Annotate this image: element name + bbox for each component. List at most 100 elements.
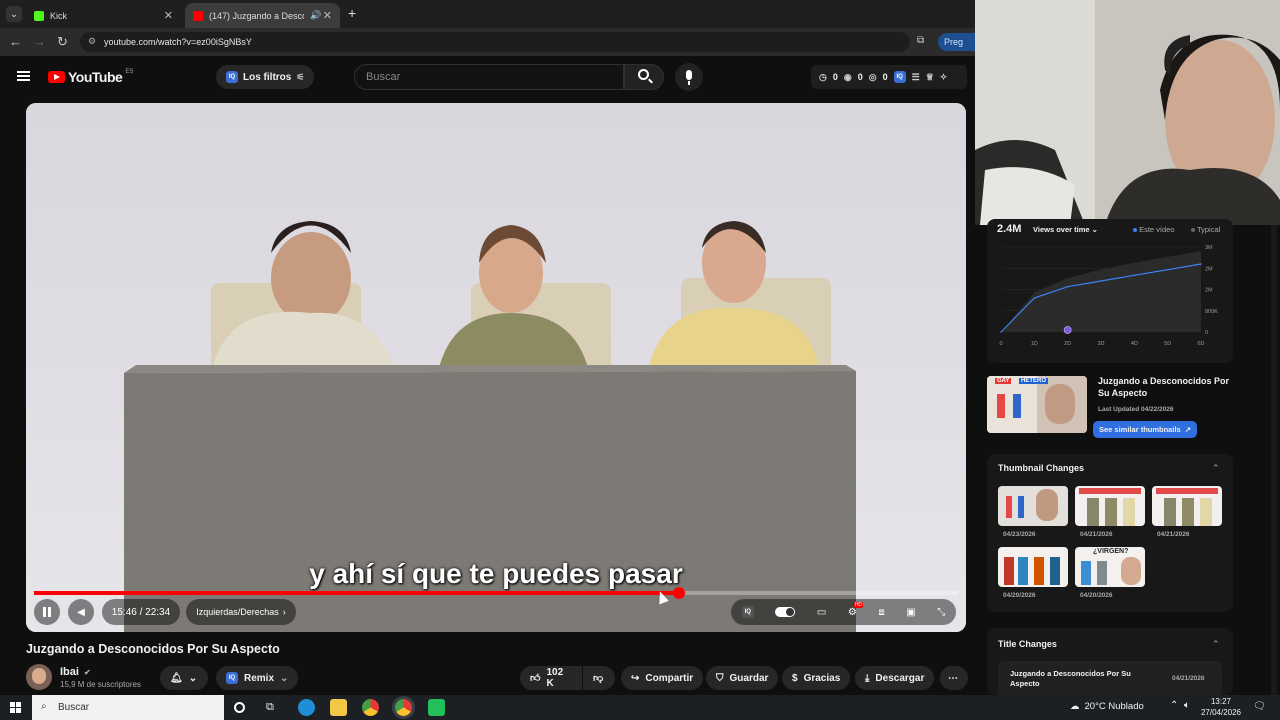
- clock-date: 27/04/2026: [1200, 708, 1242, 717]
- chapter-text: Izquierdas/Derechas: [196, 607, 279, 617]
- forward-icon[interactable]: →: [33, 34, 46, 49]
- reload-icon[interactable]: ↻: [57, 34, 68, 50]
- thumbs-up-icon: 👍︎: [530, 673, 541, 684]
- miniplayer-icon[interactable]: ⧈: [878, 607, 884, 618]
- cast-icon[interactable]: ⧉: [917, 35, 924, 46]
- thumbnail-change-2[interactable]: [1075, 486, 1145, 526]
- like-button[interactable]: 👍︎ 102 K: [520, 666, 582, 690]
- thumbnail-change-3[interactable]: [1152, 486, 1222, 526]
- thumb-label-hetero: HETERO: [1019, 378, 1049, 384]
- streaming-app-icon[interactable]: [428, 699, 445, 716]
- last-updated: Last Updated 04/22/2026: [1098, 406, 1174, 413]
- webcam-frame: [975, 0, 1280, 225]
- data-point: [1000, 331, 1002, 333]
- progress-bar[interactable]: [34, 587, 958, 599]
- current-thumbnail[interactable]: GAY HETERO: [987, 376, 1087, 433]
- eye-off-icon: ◎: [868, 71, 877, 82]
- iq-icon[interactable]: IQ: [741, 606, 754, 618]
- collapse-icon[interactable]: ⌃: [1212, 463, 1220, 474]
- iq-icon: IQ: [226, 672, 238, 684]
- captions-icon[interactable]: ▭: [817, 607, 826, 618]
- chrome-icon[interactable]: [362, 699, 379, 716]
- youtube-logo[interactable]: YouTube ES: [48, 69, 133, 85]
- video-frame: [26, 103, 966, 632]
- volume-button[interactable]: ◀︎: [68, 599, 94, 625]
- profile-label: Preg: [944, 37, 964, 47]
- tab-youtube[interactable]: (147) Juzgando a Desconoci 🔊 ✕: [185, 3, 340, 28]
- dislike-button[interactable]: 👎︎: [583, 666, 615, 690]
- chrome-active-icon[interactable]: [392, 696, 415, 719]
- settings-icon[interactable]: ⚙ HD: [848, 601, 864, 618]
- speaker-tray-icon[interactable]: 🔈︎: [1184, 700, 1190, 711]
- remix-button[interactable]: IQ Remix ⌄: [216, 666, 299, 690]
- close-icon[interactable]: ✕: [164, 9, 173, 22]
- time-text: 15:46 / 22:34: [111, 606, 171, 618]
- file-explorer-icon[interactable]: [330, 699, 347, 716]
- event-marker[interactable]: [1063, 326, 1072, 334]
- logo-text: YouTube: [68, 69, 123, 85]
- trophy-icon[interactable]: ♕: [926, 72, 934, 83]
- speaker-icon[interactable]: 🔊: [310, 10, 321, 21]
- search-input[interactable]: Buscar: [354, 64, 624, 90]
- title-changes-card: Title Changes ⌃ Juzgando a Desconocidos …: [987, 628, 1233, 695]
- similar-thumbnails-label: See similar thumbnails: [1099, 425, 1181, 434]
- virgen-label: ¿VIRGEN?: [1093, 548, 1129, 555]
- similar-thumbnails-button[interactable]: See similar thumbnails ↗: [1093, 421, 1197, 438]
- fullscreen-icon[interactable]: ⤡: [937, 607, 945, 618]
- theater-icon[interactable]: ▣: [906, 607, 915, 618]
- thumbnail-date: 04/20/2026: [1003, 592, 1036, 599]
- list-icon[interactable]: ☰: [912, 72, 920, 83]
- iq-icon: IQ: [226, 71, 238, 83]
- sparkle-icon[interactable]: ✧: [940, 72, 948, 83]
- panel-scrollbar[interactable]: [1271, 225, 1277, 695]
- task-view-icon[interactable]: ⧉: [266, 701, 274, 714]
- video-player[interactable]: y ahí sí que te puedes pasar ◀︎ 15:46 / …: [26, 103, 966, 632]
- region-code: ES: [125, 69, 134, 75]
- filters-button[interactable]: IQ Los filtros ⚟: [216, 65, 315, 89]
- new-tab-button[interactable]: +: [348, 5, 356, 21]
- cortana-icon[interactable]: [234, 702, 245, 713]
- menu-icon[interactable]: [17, 71, 30, 81]
- tab-list-dropdown[interactable]: ⌄: [6, 6, 22, 22]
- tab-kick[interactable]: Kick ✕: [26, 3, 181, 28]
- tray-chevron-icon[interactable]: ⌃: [1170, 700, 1178, 711]
- x-tick-label: 6D: [1197, 341, 1204, 347]
- extension-toolbar: ◷ 0 ◉ 0 ◎ 0 IQ ☰ ♕ ✧: [811, 65, 967, 89]
- autoplay-toggle[interactable]: [775, 607, 796, 617]
- thanks-button[interactable]: $ Gracias: [782, 666, 851, 690]
- microphone-button[interactable]: [675, 63, 703, 91]
- address-field[interactable]: ⚙ youtube.com/watch?v=ez00iSgNBsY: [80, 32, 910, 52]
- chapter-button[interactable]: Izquierdas/Derechas ›: [186, 599, 296, 625]
- close-icon[interactable]: ✕: [323, 9, 332, 22]
- save-button[interactable]: ⛉ Guardar: [706, 666, 779, 690]
- pause-button[interactable]: [34, 599, 60, 625]
- browser-tab-bar: ⌄ Kick ✕ (147) Juzgando a Desconoci 🔊 ✕ …: [0, 0, 975, 28]
- clock[interactable]: 13:27 27/04/2026: [1200, 696, 1242, 718]
- channel-name[interactable]: Ibai ✔: [60, 666, 91, 678]
- more-actions-button[interactable]: ⋯: [940, 666, 968, 690]
- iq-icon[interactable]: IQ: [893, 71, 906, 83]
- download-button[interactable]: ⤓ Descargar: [855, 666, 935, 690]
- windows-start-icon[interactable]: [10, 702, 21, 713]
- profile-button[interactable]: Preg: [938, 33, 978, 51]
- y-tick-label: 800K: [1205, 309, 1218, 315]
- collapse-icon[interactable]: ⌃: [1212, 639, 1220, 650]
- thumbnail-change-4[interactable]: [998, 547, 1068, 587]
- notifications-icon[interactable]: 🗨︎: [1253, 701, 1266, 712]
- clock-icon: ◷: [819, 71, 827, 82]
- share-button[interactable]: ↪ Compartir: [621, 666, 704, 690]
- weather-widget[interactable]: ☁ 20°C Nublado: [1070, 701, 1144, 712]
- extension-panel: 2.4M Views over time ⌄ Este vídeo Typica…: [975, 219, 1280, 695]
- taskbar-search[interactable]: ⌕ Buscar: [32, 695, 224, 720]
- thumbnail-change-1[interactable]: [998, 486, 1068, 526]
- back-icon[interactable]: ←: [9, 34, 22, 49]
- edge-icon[interactable]: [298, 699, 315, 716]
- search-button[interactable]: [624, 64, 664, 90]
- site-info-icon[interactable]: ⚙: [88, 36, 96, 47]
- subscriber-count: 15,9 M de suscriptores: [60, 680, 141, 689]
- channel-avatar[interactable]: [26, 664, 52, 690]
- thumbnail-change-5[interactable]: ¿VIRGEN?: [1075, 547, 1145, 587]
- weather-text: 20°C Nublado: [1084, 701, 1144, 712]
- progress-scrubber[interactable]: [672, 587, 685, 599]
- subscribe-bell-button[interactable]: 🔔︎ ⌄: [160, 666, 208, 690]
